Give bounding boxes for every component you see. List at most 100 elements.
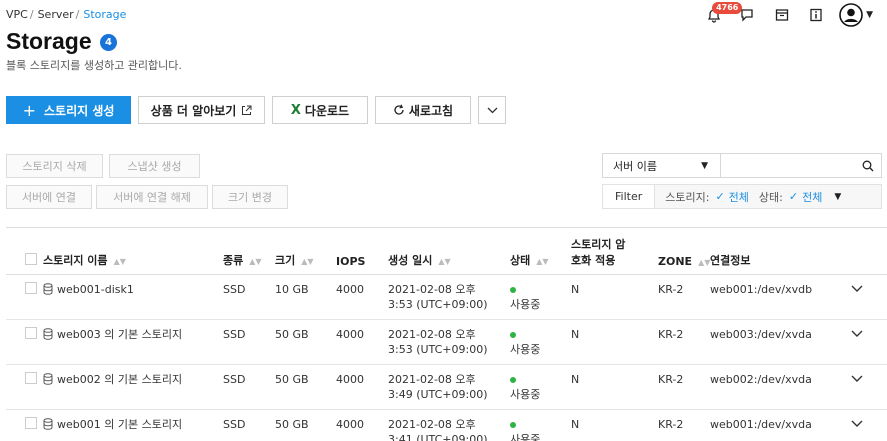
filter-button[interactable]: Filter [603,185,656,208]
cell-connection: web001:/dev/xvda [710,409,851,441]
delete-storage-button[interactable]: 스토리지 삭제 [6,154,103,178]
table-row[interactable]: web002 의 기본 스토리지 SSD 50 GB 4000 2021-02-… [6,364,887,410]
expand-row-button[interactable] [851,364,887,410]
cell-connection: web003:/dev/xvda [710,319,851,365]
title-count-badge: 4 [100,34,117,51]
chat-button[interactable] [735,2,761,28]
breadcrumb: VPC / Server / Storage [6,8,127,21]
resize-button[interactable]: 크기 변경 [212,185,288,209]
chevron-down-icon: ▼ [866,10,873,20]
expand-row-button[interactable] [851,409,887,441]
excel-icon: X [290,102,301,118]
row-checkbox[interactable] [25,327,37,339]
chat-icon [741,9,753,22]
cell-connection: web001:/dev/xvdb [710,274,851,320]
calendar-button[interactable] [769,2,795,28]
chevron-down-icon [851,285,863,292]
sort-icon[interactable]: ▲▼ [536,257,548,266]
calendar-icon [775,9,789,21]
search-icon [862,160,874,171]
column-header-created[interactable]: 생성 일시 ▲▼ [388,227,510,275]
expand-row-button[interactable] [851,319,887,365]
cell-iops: 4000 [336,409,388,441]
create-storage-button[interactable]: + 스토리지 생성 [6,96,131,124]
cell-zone: KR-2 [658,274,710,320]
filter-summary[interactable]: 스토리지: ✓ 전체 상태: ✓ 전체 ▼ [655,189,841,205]
header-toolbar: 4766 ▼ [693,2,873,28]
cell-created: 2021-02-08 오후 3:53 (UTC+09:00) [388,319,510,365]
column-header-encryption: 스토리지 암 호화 적용 [571,227,658,275]
column-header-status[interactable]: 상태 ▲▼ [510,227,571,275]
cell-zone: KR-2 [658,319,710,365]
cell-encryption: N [571,274,658,320]
cell-encryption: N [571,319,658,365]
notifications-button[interactable]: 4766 [701,2,743,28]
info-button[interactable] [803,2,829,28]
column-header-zone: ZONE ▲▼ [658,227,710,275]
chevron-down-icon [851,420,863,427]
cell-name: web002 의 기본 스토리지 [43,364,223,410]
search-button[interactable] [855,160,881,172]
row-checkbox[interactable] [25,417,37,429]
cell-encryption: N [571,409,658,441]
cell-type: SSD [223,274,275,320]
sort-icon[interactable]: ▲▼ [249,257,261,266]
expand-row-button[interactable] [851,274,887,320]
cell-zone: KR-2 [658,409,710,441]
sort-icon[interactable]: ▲▼ [698,258,710,267]
action-toolbar: + 스토리지 생성 상품 더 알아보기 X 다운로드 새로고침 [6,96,513,124]
attach-server-button[interactable]: 서버에 연결 [6,185,92,209]
breadcrumb-current: Storage [83,8,127,21]
refresh-icon [394,104,404,115]
create-snapshot-button[interactable]: 스냅샷 생성 [109,154,200,178]
refresh-button[interactable]: 새로고침 [375,96,471,124]
cell-status: 사용중 [510,364,571,410]
user-menu[interactable]: ▼ [839,3,873,27]
plus-icon: + [22,100,36,120]
sort-icon[interactable]: ▲▼ [438,257,450,266]
cell-name: web001 의 기본 스토리지 [43,409,223,441]
cell-size: 50 GB [275,364,336,410]
learn-more-button[interactable]: 상품 더 알아보기 [138,96,265,124]
column-header-size[interactable]: 크기 ▲▼ [275,227,336,275]
status-dot-icon [510,332,516,338]
cell-name: web003 의 기본 스토리지 [43,319,223,365]
cell-size: 50 GB [275,409,336,441]
table-row[interactable]: web001 의 기본 스토리지 SSD 50 GB 4000 2021-02-… [6,409,887,441]
select-all-checkbox[interactable] [25,253,37,265]
column-header-iops: IOPS [336,227,388,275]
table-row[interactable]: web001-disk1 SSD 10 GB 4000 2021-02-08 오… [6,274,887,320]
check-icon: ✓ [788,190,799,203]
cell-created: 2021-02-08 오후 3:41 (UTC+09:00) [388,409,510,441]
sort-icon[interactable]: ▲▼ [301,257,313,266]
search-field-select[interactable]: 서버 이름 ▼ [603,154,721,177]
status-dot-icon [510,422,516,428]
more-actions-button[interactable] [478,96,506,124]
row-checkbox[interactable] [25,372,37,384]
search-input[interactable] [721,154,855,177]
column-header-type[interactable]: 종류 ▲▼ [223,227,275,275]
breadcrumb-vpc[interactable]: VPC [6,8,28,21]
chevron-down-icon [487,107,497,113]
external-link-icon [242,105,252,115]
row-checkbox[interactable] [25,282,37,294]
cell-status: 사용중 [510,409,571,441]
user-avatar-icon [839,3,863,27]
cell-iops: 4000 [336,364,388,410]
storage-table: 스토리지 이름 ▲▼ 종류 ▲▼ 크기 ▲▼ IOPS 생성 일시 ▲▼ 상태 ▲▼ 스토… [6,227,887,441]
download-button[interactable]: X 다운로드 [272,96,368,124]
column-header-name[interactable]: 스토리지 이름 ▲▼ [43,227,223,275]
cell-created: 2021-02-08 오후 3:53 (UTC+09:00) [388,274,510,320]
table-header-row: 스토리지 이름 ▲▼ 종류 ▲▼ 크기 ▲▼ IOPS 생성 일시 ▲▼ 상태 ▲▼ 스토… [6,227,887,275]
disk-icon [43,328,53,340]
search-box: 서버 이름 ▼ [602,153,882,178]
detach-server-button[interactable]: 서버에 연결 해제 [96,185,208,209]
cell-name: web001-disk1 [43,274,223,320]
filter-bar: Filter 스토리지: ✓ 전체 상태: ✓ 전체 ▼ [602,184,882,209]
cell-status: 사용중 [510,274,571,320]
select-all-cell [6,227,43,275]
sort-icon[interactable]: ▲▼ [114,257,126,266]
table-row[interactable]: web003 의 기본 스토리지 SSD 50 GB 4000 2021-02-… [6,319,887,365]
disk-icon [43,283,53,295]
breadcrumb-server[interactable]: Server [38,8,74,21]
